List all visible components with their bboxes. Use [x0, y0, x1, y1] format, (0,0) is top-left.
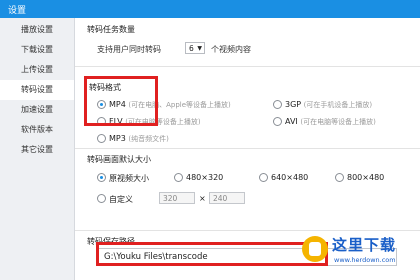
- transcode-count-section: 转码任务数量 支持用户同时转码 6 ▼ 个视频内容: [75, 18, 420, 67]
- sidebar-item-other[interactable]: 其它设置: [0, 140, 74, 160]
- sidebar-item-upload[interactable]: 上传设置: [0, 60, 74, 80]
- size-custom-label: 自定义: [109, 195, 133, 204]
- format-avi-label: AVI (可在电脑等设备上播放): [285, 117, 376, 126]
- size-section: 转码画面默认大小 原视频大小 480×320 640×480 800×480 自…: [75, 148, 420, 231]
- format-3gp-radio[interactable]: [273, 100, 282, 109]
- format-mp3-label: MP3 (纯音频文件): [109, 134, 169, 143]
- highlight-box-format: [84, 76, 158, 126]
- size-800x480-label: 800×480: [347, 173, 385, 182]
- size-480x320-radio[interactable]: [174, 173, 183, 182]
- sidebar-item-download[interactable]: 下载设置: [0, 40, 74, 60]
- size-custom-radio[interactable]: [97, 194, 106, 203]
- size-original-radio[interactable]: [97, 173, 106, 182]
- sidebar-item-playback[interactable]: 播放设置: [0, 20, 74, 40]
- section-title: 转码画面默认大小: [87, 155, 151, 164]
- size-480x320-label: 480×320: [186, 173, 224, 182]
- watermark-url: www.herdown.com: [334, 256, 396, 264]
- sidebar-item-transcode[interactable]: 转码设置: [0, 80, 74, 100]
- transcode-count-suffix: 个视频内容: [211, 45, 251, 54]
- chevron-down-icon: ▼: [197, 45, 202, 52]
- sidebar-item-acceleration[interactable]: 加速设置: [0, 100, 74, 120]
- window-title: 设置: [8, 6, 27, 16]
- watermark-text: 这里下载: [332, 236, 397, 254]
- title-bar: 设置: [0, 0, 420, 18]
- transcode-count-prefix: 支持用户同时转码: [97, 45, 161, 54]
- site-watermark: 这里下载 www.herdown.com: [302, 234, 414, 274]
- download-logo-icon: [302, 236, 328, 262]
- custom-width-input[interactable]: 320: [159, 192, 195, 204]
- sidebar: 播放设置 下载设置 上传设置 转码设置 加速设置 软件版本 其它设置: [0, 18, 75, 280]
- size-640x480-label: 640×480: [271, 173, 309, 182]
- transcode-count-select[interactable]: 6 ▼: [185, 42, 205, 54]
- size-original-label: 原视频大小: [109, 174, 149, 183]
- size-640x480-radio[interactable]: [259, 173, 268, 182]
- section-title: 转码任务数量: [87, 25, 135, 34]
- sidebar-item-version[interactable]: 软件版本: [0, 120, 74, 140]
- custom-size-separator: ×: [199, 194, 206, 203]
- transcode-count-value: 6: [189, 44, 194, 53]
- highlight-box-path: [96, 242, 328, 266]
- format-mp3-radio[interactable]: [97, 134, 106, 143]
- format-3gp-label: 3GP (可在手机设备上播放): [285, 100, 373, 109]
- format-avi-radio[interactable]: [273, 117, 282, 126]
- size-800x480-radio[interactable]: [335, 173, 344, 182]
- custom-height-input[interactable]: 240: [209, 192, 245, 204]
